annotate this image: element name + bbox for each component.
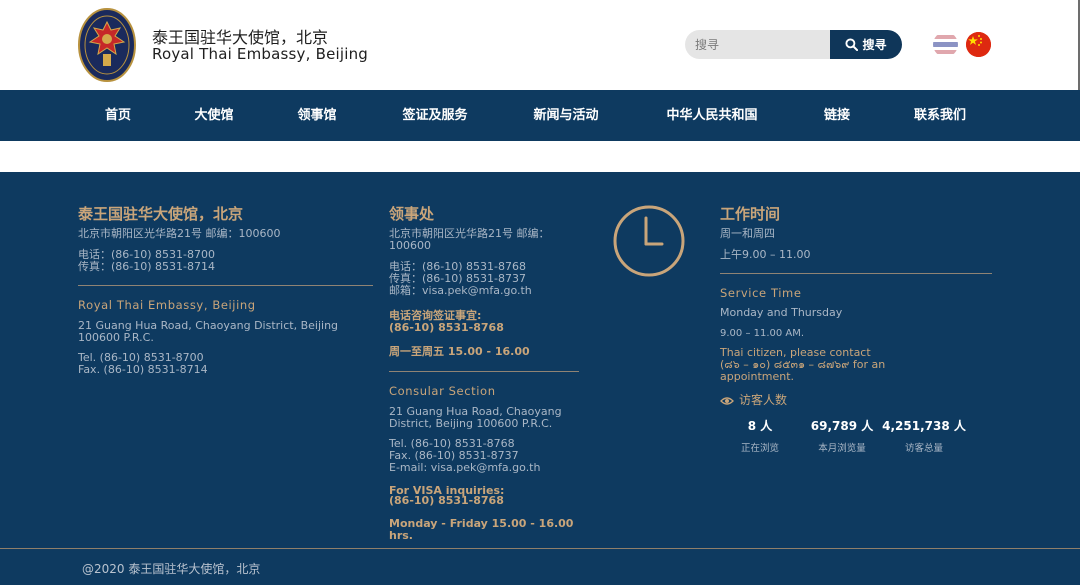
thai-flag-icon[interactable] — [933, 32, 958, 57]
nav-item-embassy[interactable]: 大使馆 — [194, 90, 233, 141]
embassy-address-en-line2: 100600 P.R.C. — [78, 331, 154, 344]
visa-hours-en-line2: hrs. — [389, 529, 413, 542]
consulate-address-en-line2: District, Beijing 100600 P.R.C. — [389, 417, 553, 430]
consulate-email-en[interactable]: E-mail: visa.pek@mfa.go.th — [389, 462, 540, 474]
search-bar: 搜寻 — [685, 30, 902, 59]
search-button[interactable]: 搜寻 — [830, 30, 902, 59]
consulate-title-cn: 领事处 — [389, 205, 435, 223]
stat-online-value: 8 人 — [747, 419, 773, 433]
site-header: 泰王国驻华大使馆，北京 Royal Thai Embassy, Beijing … — [0, 0, 1080, 90]
consulate-title-en: Consular Section — [389, 384, 496, 398]
copyright-text: @2020 泰王国驻华大使馆，北京 — [82, 562, 261, 576]
embassy-title-cn: 泰王国驻华大使馆，北京 — [78, 205, 244, 223]
visa-inquiry-en-phone: (86-10) 8531-8768 — [389, 494, 504, 507]
hours-title-en: Service Time — [720, 286, 802, 300]
content-area — [0, 141, 1080, 172]
nav-item-consulate[interactable]: 领事馆 — [297, 90, 336, 141]
search-button-label: 搜寻 — [862, 38, 887, 52]
embassy-fax-cn: 传真：(86-10) 8531-8714 — [78, 260, 216, 273]
stat-month-label: 本月浏览量 — [818, 443, 866, 454]
eye-icon — [720, 397, 734, 405]
divider — [389, 371, 579, 372]
nav-item-home[interactable]: 首页 — [105, 90, 131, 141]
nav-item-links[interactable]: 链接 — [824, 90, 850, 141]
stat-online-label: 正在浏览 — [740, 443, 780, 454]
footer-divider — [0, 548, 1080, 549]
search-input[interactable] — [685, 30, 835, 59]
stat-total-value: 4,251,738 人 — [882, 419, 966, 433]
hours-time-en: 9.00 – 11.00 AM. — [720, 328, 805, 339]
clock-icon — [613, 205, 685, 277]
search-icon — [845, 38, 859, 51]
consulate-address-cn-line2: 100600 — [389, 239, 431, 252]
embassy-title-en: Royal Thai Embassy, Beijing — [78, 298, 256, 312]
consulate-email-cn[interactable]: 邮箱：visa.pek@mfa.go.th — [389, 285, 532, 297]
hours-title-cn: 工作时间 — [720, 205, 781, 223]
stat-total-label: 访客总量 — [904, 443, 944, 454]
site-title-en: Royal Thai Embassy, Beijing — [152, 45, 369, 63]
visa-hours-cn: 周一至周五 15.00 - 16.00 — [389, 345, 530, 358]
visa-inquiry-cn-phone: (86-10) 8531-8768 — [389, 321, 504, 334]
visitors-title: 访客人数 — [739, 393, 788, 407]
nav-item-visa-services[interactable]: 签证及服务 — [402, 90, 467, 141]
nav-item-contact[interactable]: 联系我们 — [914, 90, 966, 141]
embassy-fax-en: Fax. (86-10) 8531-8714 — [78, 363, 208, 376]
china-flag-icon[interactable] — [966, 32, 991, 57]
visa-hours-en-line1: Monday - Friday 15.00 - 16.00 — [389, 517, 574, 530]
nav-item-prc[interactable]: 中华人民共和国 — [666, 90, 757, 141]
thai-notice-line3: appointment. — [720, 370, 795, 383]
thai-garuda-emblem-icon[interactable] — [78, 8, 136, 82]
divider — [78, 285, 373, 286]
main-nav: 首页 大使馆 领事馆 签证及服务 新闻与活动 中华人民共和国 链接 联系我们 — [0, 90, 1080, 141]
divider — [720, 273, 992, 274]
stat-month-value: 69,789 人 — [810, 419, 874, 433]
hours-days-cn: 周一和周四 — [720, 227, 775, 240]
site-footer: 泰王国驻华大使馆，北京 北京市朝阳区光华路21号 邮编：100600 电话：(8… — [0, 172, 1080, 585]
hours-days-en: Monday and Thursday — [720, 306, 843, 319]
hours-time-cn: 上午9.00 – 11.00 — [720, 248, 811, 261]
embassy-address-cn: 北京市朝阳区光华路21号 邮编：100600 — [78, 227, 281, 240]
nav-item-news-events[interactable]: 新闻与活动 — [533, 90, 598, 141]
